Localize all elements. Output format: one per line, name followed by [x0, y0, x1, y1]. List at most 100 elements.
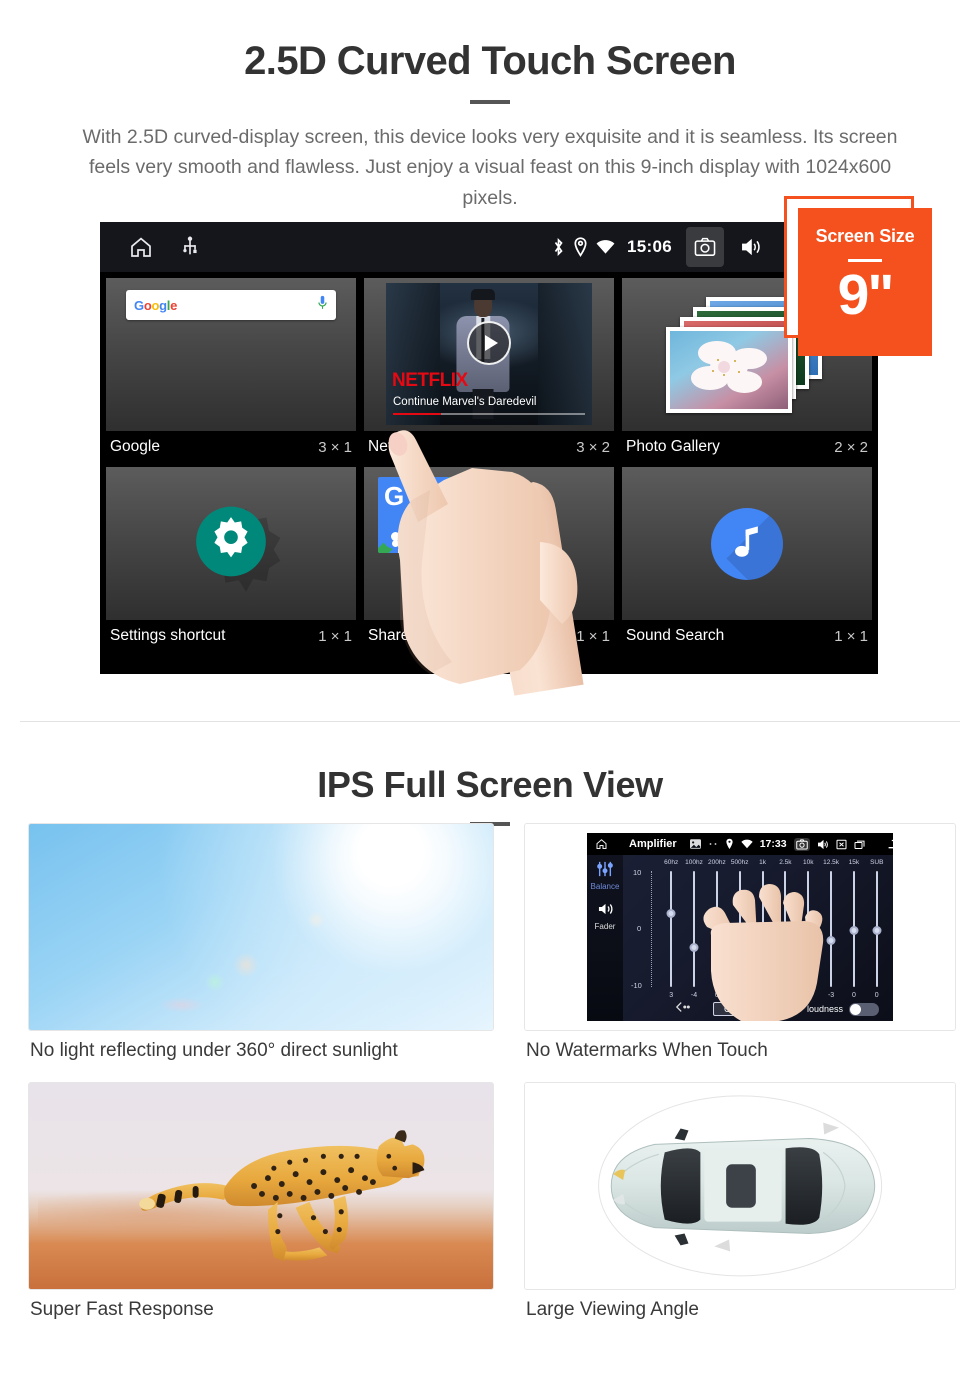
caption-response: Super Fast Response — [30, 1299, 214, 1320]
car-illustration — [610, 1122, 876, 1252]
screen-size-badge: Screen Size 9" — [784, 196, 932, 356]
widget-google-thumbnail[interactable]: Google — [106, 278, 356, 431]
amplifier-ui: Amplifier 17:33 Balance Fader 60hz 100hz… — [587, 833, 893, 1021]
sunny-sky-photo — [28, 823, 494, 1031]
amplifier-title: Amplifier — [629, 838, 677, 850]
badge-label: Screen Size — [815, 226, 915, 246]
feature-card-response — [28, 1082, 494, 1290]
settings-gear-icon[interactable] — [193, 503, 269, 584]
widget-sound-search[interactable]: Sound Search 1 × 1 — [622, 467, 872, 652]
caption-viewing-angle: Large Viewing Angle — [526, 1299, 699, 1320]
location-icon — [725, 838, 734, 850]
close-box-icon[interactable] — [836, 839, 847, 850]
orbit-arrow-top — [823, 1122, 840, 1135]
section-two-title: IPS Full Screen View — [317, 764, 663, 805]
photo-card-1 — [666, 326, 792, 413]
google-logo: Google — [134, 297, 178, 313]
usb-icon[interactable] — [182, 236, 198, 258]
windshield — [660, 1148, 701, 1224]
badge-body: Screen Size 9" — [798, 208, 932, 356]
lens-flare-3 — [158, 997, 205, 1014]
person-pin-icon — [382, 523, 408, 549]
volume-icon[interactable] — [817, 839, 829, 850]
widget-size: 2 × 2 — [834, 438, 868, 456]
feature-card-sunlight — [28, 823, 494, 1031]
play-icon[interactable] — [467, 320, 511, 365]
blossom-photo — [670, 330, 788, 409]
figure-hair — [470, 288, 496, 301]
widget-google-label-row: Google 3 × 1 — [106, 431, 356, 463]
widget-settings-thumbnail[interactable] — [106, 467, 356, 620]
wifi-icon — [741, 839, 753, 849]
widget-size: 3 × 2 — [576, 438, 610, 456]
badge-value: 9" — [837, 263, 895, 327]
widget-size: 1 × 1 — [834, 627, 868, 645]
page-title: 2.5D Curved Touch Screen — [244, 39, 736, 83]
progress-fill — [393, 412, 441, 415]
feature-card-watermarks: Amplifier 17:33 Balance Fader 60hz 100hz… — [524, 823, 956, 1031]
location-icon — [573, 237, 588, 257]
amplifier-status-bar: Amplifier 17:33 — [587, 833, 893, 855]
recents-icon[interactable] — [854, 839, 866, 850]
widget-settings-label-row: Settings shortcut 1 × 1 — [106, 620, 356, 652]
home-icon[interactable] — [128, 235, 154, 259]
widget-share-location[interactable]: G Share location 1 × 1 — [364, 467, 614, 652]
amplifier-body: Balance Fader 60hz 100hz 200hz 500hz 1k … — [587, 855, 893, 1021]
netflix-artwork: NETFLIX Continue Marvel's Daredevil — [386, 283, 592, 425]
page-dot-active[interactable] — [512, 663, 538, 666]
ips-full-screen-view-section: IPS Full Screen View No light reflecting… — [0, 722, 980, 1394]
badge-divider — [848, 259, 882, 262]
street-wall-right — [538, 283, 592, 425]
widget-size: 1 × 1 — [576, 627, 610, 645]
amplifier-screen: Amplifier 17:33 Balance Fader 60hz 100hz… — [587, 833, 893, 1021]
map-landmass — [397, 496, 454, 553]
google-search-bar[interactable]: Google — [126, 290, 336, 320]
amplifier-clock: 17:33 — [759, 838, 787, 850]
device-screen-preview: 15:06 Google Google 3 × 1 NETFLIX Contin… — [100, 222, 878, 674]
amplifier-screenshot-frame: Amplifier 17:33 Balance Fader 60hz 100hz… — [524, 823, 956, 1031]
orbit-arrow-bottom — [714, 1239, 731, 1252]
mirror-left — [674, 1128, 689, 1141]
car-top-view-diagram — [524, 1082, 956, 1290]
wifi-icon — [596, 239, 615, 255]
widget-sound-search-thumbnail[interactable] — [622, 467, 872, 620]
back-icon[interactable] — [887, 839, 893, 850]
widget-name: Sound Search — [626, 627, 725, 644]
page-indicator[interactable] — [100, 663, 878, 666]
widget-share-location-thumbnail[interactable]: G — [364, 467, 614, 620]
feature-card-viewing-angle — [524, 1082, 956, 1290]
microphone-icon[interactable] — [317, 295, 328, 316]
camera-icon[interactable] — [793, 837, 810, 851]
title-underline — [470, 100, 510, 104]
page-dot[interactable] — [476, 663, 502, 666]
more-icon[interactable] — [708, 839, 718, 849]
home-icon[interactable] — [595, 838, 608, 850]
running-cheetah-photo — [28, 1082, 494, 1290]
volume-icon[interactable] — [732, 227, 770, 267]
progress-track — [393, 412, 585, 415]
caption-watermarks: No Watermarks When Touch — [526, 1040, 768, 1061]
widget-netflix[interactable]: NETFLIX Continue Marvel's Daredevil Netf… — [364, 278, 614, 463]
gallery-icon[interactable] — [689, 839, 701, 849]
widget-settings-shortcut[interactable]: Settings shortcut 1 × 1 — [106, 467, 356, 652]
google-g-letter: G — [384, 481, 405, 511]
touching-hand-overlay — [703, 884, 824, 1021]
netflix-continue-text: Continue Marvel's Daredevil — [393, 396, 537, 408]
camera-icon[interactable] — [686, 227, 724, 267]
widget-size: 3 × 1 — [318, 438, 352, 456]
widget-name: Netflix — [368, 438, 412, 455]
lens-flare-4 — [307, 910, 326, 929]
mirror-right — [674, 1233, 689, 1246]
music-note-icon[interactable] — [711, 507, 783, 580]
hand-shape — [703, 884, 824, 1021]
widget-google[interactable]: Google Google 3 × 1 — [106, 278, 356, 463]
widget-grid: Google Google 3 × 1 NETFLIX Continue Mar… — [100, 272, 878, 652]
android-head-unit-screen: 15:06 Google Google 3 × 1 NETFLIX Contin… — [100, 222, 878, 674]
page-dot[interactable] — [440, 663, 466, 666]
bluetooth-icon — [552, 237, 565, 257]
widget-share-location-label-row: Share location 1 × 1 — [364, 620, 614, 652]
caption-sunlight: No light reflecting under 360° direct su… — [30, 1040, 398, 1061]
google-maps-icon[interactable]: G — [378, 477, 454, 553]
widget-name: Google — [110, 438, 160, 455]
widget-netflix-thumbnail[interactable]: NETFLIX Continue Marvel's Daredevil — [364, 278, 614, 431]
